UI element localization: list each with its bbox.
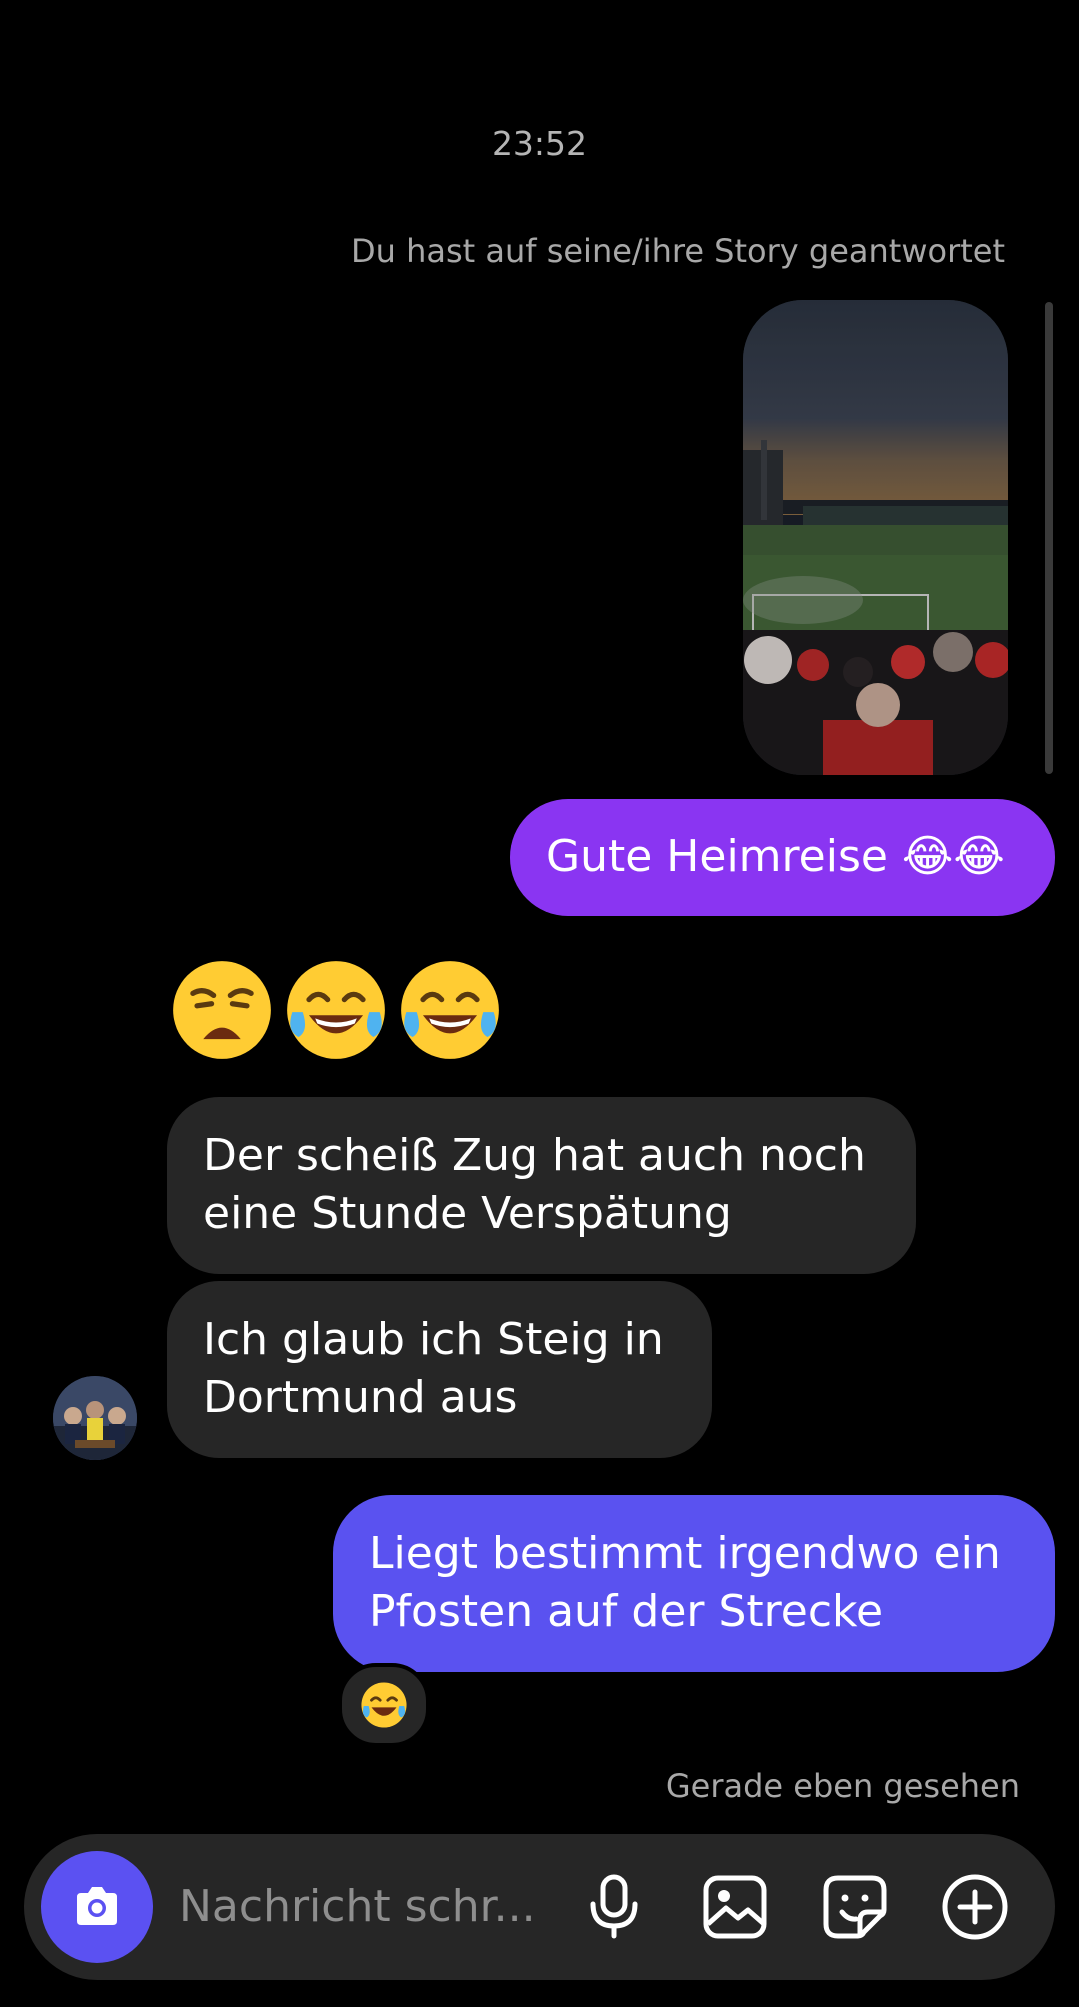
gallery-button[interactable]	[700, 1872, 770, 1942]
message-text: Liegt bestimmt irgendwo ein Pfosten auf …	[369, 1528, 1001, 1637]
received-message-bubble[interactable]: Der scheiß Zug hat auch noch eine Stunde…	[167, 1097, 916, 1274]
weary-face-emoji-icon	[173, 961, 271, 1059]
sticker-icon	[823, 1875, 887, 1939]
seen-status: Gerade eben gesehen	[665, 1767, 1020, 1805]
message-text: Gute Heimreise 😂😂	[546, 831, 1005, 882]
tears-of-joy-emoji-icon	[401, 961, 499, 1059]
story-image	[743, 300, 1008, 775]
story-preview-thumbnail[interactable]	[743, 300, 1008, 775]
contact-avatar[interactable]	[53, 1376, 137, 1460]
sent-message-bubble[interactable]: Liegt bestimmt irgendwo ein Pfosten auf …	[333, 1495, 1055, 1672]
microphone-icon	[590, 1874, 638, 1939]
tears-of-joy-emoji-icon	[287, 961, 385, 1059]
message-reaction[interactable]	[338, 1663, 430, 1747]
received-emoji-message[interactable]	[170, 958, 502, 1062]
scrollbar[interactable]	[1045, 302, 1053, 774]
message-text: Der scheiß Zug hat auch noch eine Stunde…	[203, 1130, 866, 1239]
story-reply-note: Du hast auf seine/ihre Story geantwortet	[350, 232, 1005, 270]
voice-message-button[interactable]	[579, 1872, 649, 1942]
received-message-bubble[interactable]: Ich glaub ich Steig in Dortmund aus	[167, 1281, 712, 1458]
message-input[interactable]	[179, 1874, 574, 1938]
message-text: Ich glaub ich Steig in Dortmund aus	[203, 1314, 664, 1423]
plus-circle-icon	[942, 1874, 1008, 1940]
sent-message-bubble[interactable]: Gute Heimreise 😂😂	[510, 799, 1055, 916]
image-icon	[703, 1875, 767, 1939]
avatar-image	[53, 1376, 137, 1460]
camera-icon	[77, 1887, 117, 1925]
camera-button[interactable]	[41, 1851, 153, 1963]
thread-timestamp: 23:52	[491, 124, 588, 163]
more-options-button[interactable]	[940, 1872, 1010, 1942]
message-composer	[24, 1834, 1055, 1980]
sticker-button[interactable]	[820, 1872, 890, 1942]
tears-of-joy-emoji-icon	[361, 1682, 407, 1728]
